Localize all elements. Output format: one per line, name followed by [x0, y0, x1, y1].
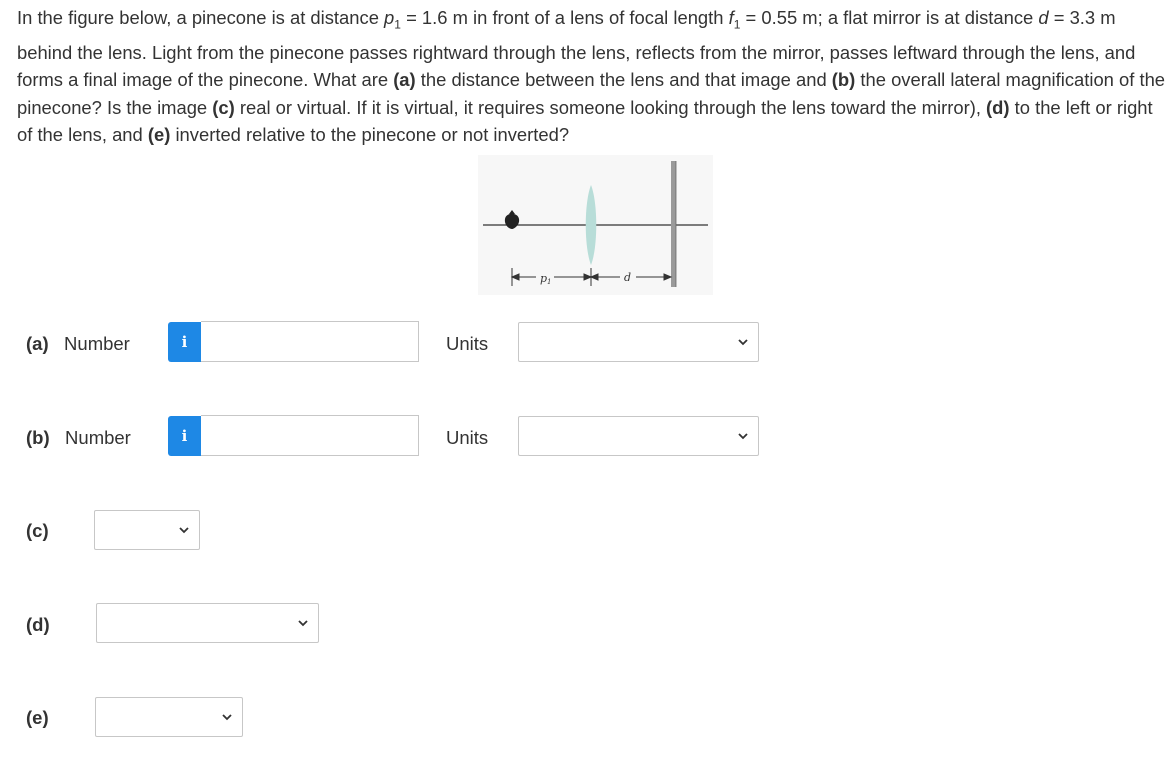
part-b-number-input[interactable]	[201, 415, 419, 456]
chevron-down-icon	[298, 620, 308, 627]
part-b-label: (b) Number	[26, 427, 131, 448]
part-d-select[interactable]	[96, 603, 319, 643]
part-c-label: (c)	[26, 520, 49, 541]
chevron-down-icon	[179, 527, 189, 534]
lens-mirror-figure: p1 d	[478, 155, 713, 295]
part-c-select[interactable]	[94, 510, 200, 550]
label-d: d	[624, 271, 631, 284]
chevron-down-icon	[738, 433, 748, 440]
part-d-label: (d)	[26, 614, 50, 635]
part-a-units-select[interactable]	[518, 322, 759, 362]
part-a-number-input[interactable]	[201, 321, 419, 362]
chevron-down-icon	[738, 339, 748, 346]
info-icon[interactable]: i	[168, 322, 201, 362]
info-icon[interactable]: i	[168, 416, 201, 456]
part-e-label: (e)	[26, 707, 49, 728]
part-e-select[interactable]	[95, 697, 243, 737]
part-a-label: (a) Number	[26, 333, 130, 354]
part-b-units-select[interactable]	[518, 416, 759, 456]
mirror	[671, 161, 676, 287]
question-text: In the figure below, a pinecone is at di…	[17, 7, 1166, 145]
part-b-units-label: Units	[446, 427, 489, 448]
chevron-down-icon	[222, 714, 232, 721]
part-a-units-label: Units	[446, 333, 489, 354]
